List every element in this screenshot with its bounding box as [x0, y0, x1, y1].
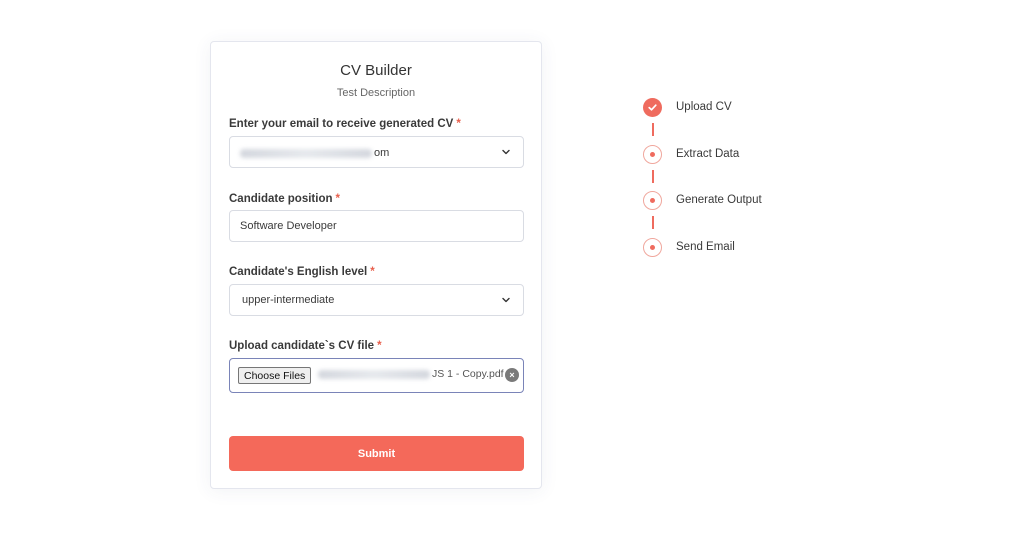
english-label-text: Candidate's English level	[229, 266, 368, 278]
redacted-email-text	[240, 148, 372, 158]
english-level-value: upper-intermediate	[242, 294, 335, 306]
step-label: Upload CV	[676, 101, 732, 113]
clear-file-icon[interactable]: ×	[505, 368, 519, 382]
pending-step-icon	[643, 237, 662, 257]
chevron-down-icon	[502, 149, 510, 155]
required-mark: *	[456, 118, 461, 130]
step-connector	[651, 123, 654, 136]
redacted-file-name-text	[318, 369, 430, 379]
submit-button[interactable]: Submit	[229, 436, 524, 471]
form-description: Test Description	[336, 87, 416, 99]
cv-file-label: Upload candidate`s CV file *	[229, 340, 382, 352]
position-label-text: Candidate position	[229, 193, 333, 205]
pending-step-icon	[643, 144, 662, 164]
form-title: CV Builder	[340, 62, 412, 79]
email-label-text: Enter your email to receive generated CV	[229, 118, 454, 130]
step-generate-output: Generate Output	[643, 190, 762, 210]
step-connector	[651, 216, 654, 229]
email-value-suffix: om	[374, 147, 390, 159]
english-label: Candidate's English level *	[229, 266, 375, 278]
choose-files-button[interactable]: Choose Files	[238, 367, 312, 384]
check-icon	[648, 103, 657, 111]
file-name-suffix: JS 1 - Copy.pdf	[432, 368, 504, 380]
email-label: Enter your email to receive generated CV…	[229, 118, 461, 130]
step-send-email: Send Email	[643, 237, 735, 257]
step-label: Generate Output	[676, 194, 762, 206]
chevron-down-icon	[502, 297, 510, 303]
cv-builder-form: CV Builder Test Description Enter your e…	[210, 41, 542, 489]
english-level-select[interactable]: upper-intermediate	[229, 284, 524, 316]
position-value: Software Developer	[240, 220, 337, 232]
pending-step-icon	[643, 190, 662, 210]
step-label: Send Email	[676, 241, 735, 253]
step-extract-data: Extract Data	[643, 144, 739, 164]
email-select[interactable]: om	[229, 136, 524, 168]
cv-file-input[interactable]: Choose Files JS 1 - Copy.pdf ×	[229, 358, 524, 393]
step-upload-cv: Upload CV	[643, 97, 732, 117]
step-label: Extract Data	[676, 148, 740, 160]
check-circle-icon	[643, 97, 662, 117]
position-label: Candidate position *	[229, 193, 340, 205]
email-value: om	[240, 147, 389, 159]
required-mark: *	[370, 266, 375, 278]
required-mark: *	[377, 340, 382, 352]
required-mark: *	[335, 193, 340, 205]
step-connector	[651, 170, 654, 183]
cv-file-label-text: Upload candidate`s CV file	[229, 340, 375, 352]
selected-file-name: JS 1 - Copy.pdf	[318, 368, 504, 380]
progress-steps: Upload CV Extract Data Generate Output S…	[643, 97, 803, 257]
position-input[interactable]: Software Developer	[229, 210, 524, 242]
